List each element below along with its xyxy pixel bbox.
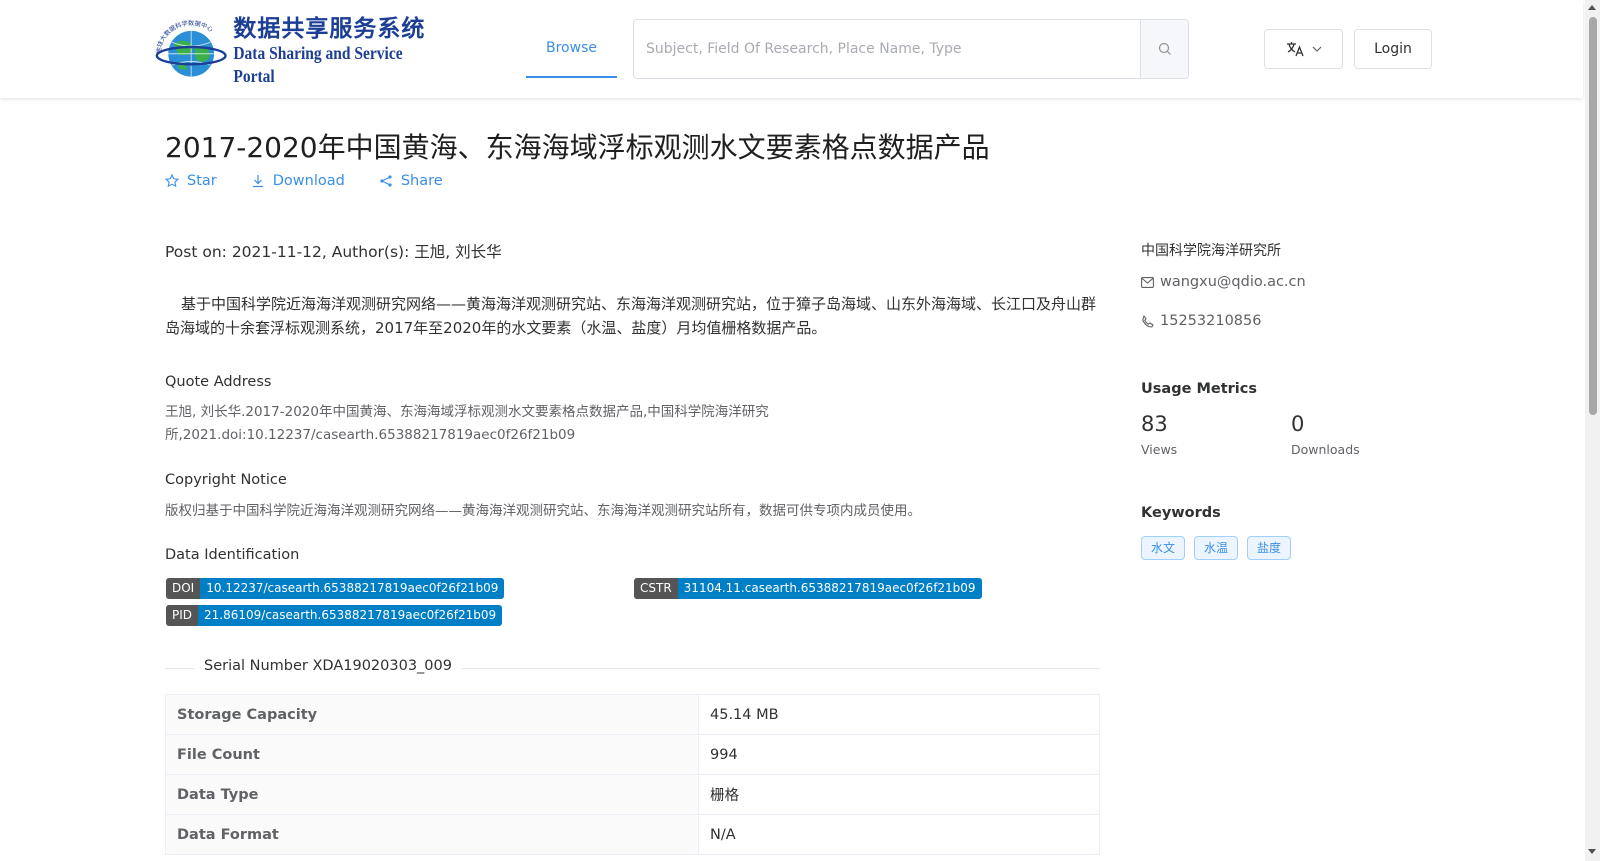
globe-logo-icon: 地球大数据科学数据中心: [154, 19, 227, 77]
dataset-actions: Star Download Share: [165, 173, 443, 189]
table-row: Data Format N/A: [165, 814, 1100, 855]
table-label: File Count: [165, 734, 699, 775]
dataset-description: 基于中国科学院近海海洋观测研究网络——黄海海洋观测研究站、东海海洋观测研究站，位…: [165, 295, 1097, 337]
pid-value: 21.86109/casearth.65388217819aec0f26f21b…: [198, 605, 503, 626]
doi-value: 10.12237/casearth.65388217819aec0f26f21b…: [200, 578, 505, 599]
email-text: wangxu@qdio.ac.cn: [1160, 274, 1306, 290]
share-icon: [380, 175, 392, 187]
table-row: Storage Capacity 45.14 MB: [165, 694, 1100, 735]
share-button[interactable]: Share: [379, 173, 443, 189]
translate-icon: [1286, 42, 1304, 57]
keyword-tag[interactable]: 水温: [1194, 536, 1239, 560]
table-value: 栅格: [698, 774, 1100, 815]
doi-key: DOI: [166, 578, 201, 599]
serial-number: Serial Number XDA19020303_009: [194, 658, 462, 674]
top-header: 地球大数据科学数据中心 数据共享服务系统 Data Sharing and Se…: [0, 0, 1583, 98]
phone-text: 15253210856: [1160, 313, 1262, 329]
search-input[interactable]: [634, 20, 1140, 78]
keywords-title: Keywords: [1141, 505, 1221, 521]
phone-icon: [1142, 314, 1154, 328]
pid-badge[interactable]: PID 21.86109/casearth.65388217819aec0f26…: [166, 605, 503, 626]
downloads-count: 0: [1291, 412, 1305, 436]
table-row: File Count 994: [165, 734, 1100, 775]
organization-name: 中国科学院海洋研究所: [1141, 243, 1281, 259]
download-button[interactable]: Download: [251, 173, 345, 189]
doi-badge[interactable]: DOI 10.12237/casearth.65388217819aec0f26…: [166, 578, 505, 599]
logo-title-cn: 数据共享服务系统: [233, 16, 426, 42]
downloads-label: Downloads: [1291, 442, 1360, 457]
views-count: 83: [1141, 412, 1168, 436]
contact-phone: 15253210856: [1141, 313, 1261, 329]
usage-metrics-title: Usage Metrics: [1141, 381, 1257, 397]
table-value: N/A: [698, 814, 1100, 855]
scroll-up-arrow-icon[interactable]: [1588, 5, 1596, 10]
dataset-info-table: Storage Capacity 45.14 MB File Count 994…: [165, 694, 1100, 855]
cstr-badge[interactable]: CSTR 31104.11.casearth.65388217819aec0f2…: [634, 578, 982, 599]
identification-title: Data Identification: [165, 547, 300, 563]
chevron-down-icon: [1312, 46, 1321, 52]
table-label: Data Type: [165, 774, 699, 815]
table-label: Data Format: [165, 814, 699, 855]
share-label: Share: [400, 173, 443, 189]
keyword-tag[interactable]: 盐度: [1247, 536, 1292, 560]
keyword-list: 水文 水温 盐度: [1141, 536, 1292, 560]
page-title: 2017-2020年中国黄海、东海海域浮标观测水文要素格点数据产品: [165, 131, 990, 164]
table-value: 45.14 MB: [698, 694, 1100, 735]
star-label: Star: [187, 173, 217, 189]
search-button[interactable]: [1140, 20, 1188, 78]
quote-text: 王旭, 刘长华.2017-2020年中国黄海、东海海域浮标观测水文要素格点数据产…: [165, 404, 769, 443]
star-button[interactable]: Star: [165, 173, 217, 189]
views-label: Views: [1141, 442, 1178, 457]
cstr-value: 31104.11.casearth.65388217819aec0f26f21b…: [677, 578, 982, 599]
star-icon: [165, 174, 179, 188]
contact-email[interactable]: wangxu@qdio.ac.cn: [1141, 274, 1306, 290]
table-row: Data Type 栅格: [165, 774, 1100, 815]
copyright-text: 版权归基于中国科学院近海海洋观测研究网络——黄海海洋观测研究站、东海海洋观测研究…: [165, 503, 921, 519]
post-meta: Post on: 2021-11-12, Author(s): 王旭, 刘长华: [165, 243, 502, 261]
login-button[interactable]: Login: [1354, 29, 1432, 69]
table-label: Storage Capacity: [165, 694, 699, 735]
cstr-key: CSTR: [634, 578, 678, 599]
scrollbar-thumb[interactable]: [1589, 17, 1597, 415]
keyword-tag[interactable]: 水文: [1141, 536, 1186, 560]
copyright-title: Copyright Notice: [165, 472, 287, 488]
language-select[interactable]: [1264, 29, 1343, 69]
nav-browse[interactable]: Browse: [526, 20, 617, 78]
logo-title-en: Data Sharing and Service Portal: [233, 44, 403, 87]
table-value: 994: [698, 734, 1100, 775]
pid-key: PID: [166, 605, 199, 626]
mail-icon: [1141, 276, 1154, 288]
search-bar: [633, 19, 1189, 79]
quote-title: Quote Address: [165, 374, 272, 390]
search-icon: [1158, 42, 1171, 55]
download-icon: [252, 175, 263, 188]
site-logo[interactable]: 地球大数据科学数据中心 数据共享服务系统 Data Sharing and Se…: [153, 16, 438, 87]
download-label: Download: [272, 173, 345, 189]
scroll-down-arrow-icon[interactable]: [1588, 849, 1596, 854]
